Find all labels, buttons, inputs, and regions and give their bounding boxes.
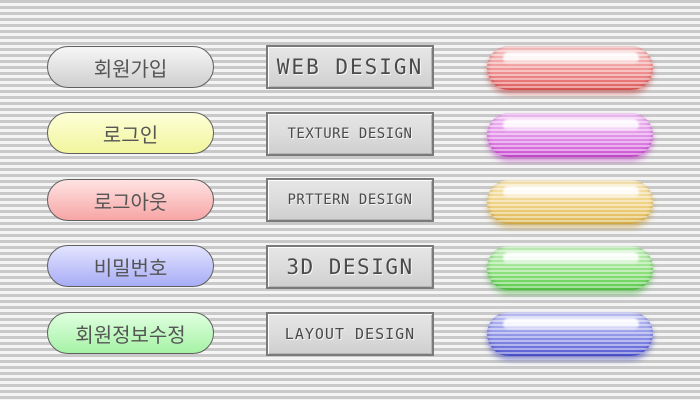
3d-design-label: 3D DESIGN — [286, 255, 414, 279]
password-label: 비밀번호 — [93, 255, 168, 280]
glass-highlight — [503, 186, 639, 198]
glass-button-yellow[interactable] — [487, 180, 653, 224]
web-design-button[interactable]: WEB DESIGN — [266, 45, 434, 89]
login-button[interactable]: 로그인 — [47, 112, 214, 154]
edit-profile-label: 회원정보수정 — [75, 322, 186, 347]
login-label: 로그인 — [102, 122, 159, 147]
glass-highlight — [503, 252, 639, 264]
texture-design-button[interactable]: TEXTURE DESIGN — [266, 112, 434, 156]
signup-button[interactable]: 회원가입 — [47, 46, 214, 88]
glass-button-red[interactable] — [487, 46, 653, 90]
glass-button-magenta[interactable] — [487, 113, 653, 157]
glass-highlight — [503, 318, 639, 330]
glass-highlight — [503, 119, 639, 131]
pattern-design-button[interactable]: PRTTERN DESIGN — [266, 178, 434, 222]
password-button[interactable]: 비밀번호 — [47, 245, 214, 287]
texture-design-label: TEXTURE DESIGN — [287, 126, 413, 142]
layout-design-label: LAYOUT DESIGN — [284, 325, 416, 343]
glass-button-green[interactable] — [487, 246, 653, 290]
signup-label: 회원가입 — [93, 56, 168, 81]
3d-design-button[interactable]: 3D DESIGN — [266, 245, 434, 289]
logout-button[interactable]: 로그아웃 — [47, 179, 214, 221]
layout-design-button[interactable]: LAYOUT DESIGN — [266, 312, 434, 356]
pattern-design-label: PRTTERN DESIGN — [287, 192, 413, 208]
logout-label: 로그아웃 — [93, 189, 168, 214]
glass-highlight — [503, 52, 639, 64]
glass-button-blue[interactable] — [487, 312, 653, 356]
web-design-label: WEB DESIGN — [276, 55, 424, 79]
edit-profile-button[interactable]: 회원정보수정 — [47, 312, 214, 354]
